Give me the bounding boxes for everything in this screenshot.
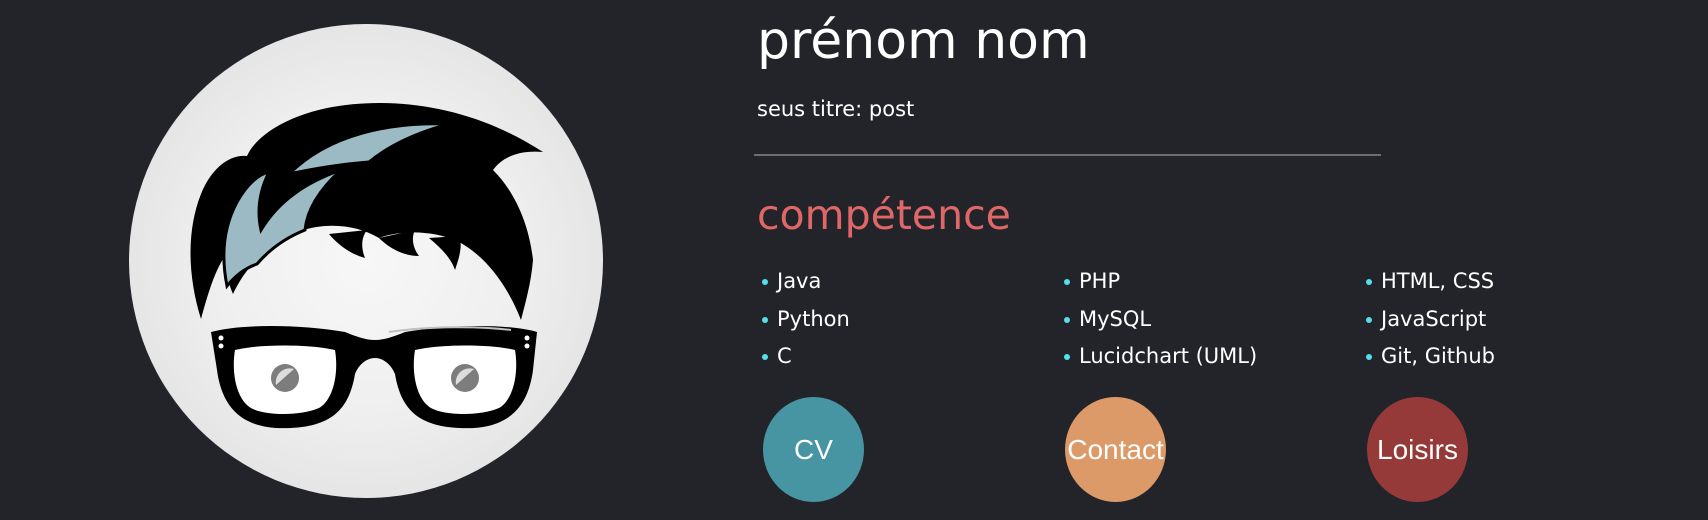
skill-item: HTML, CSS — [1361, 263, 1495, 301]
skills-column-2: PHP MySQL Lucidchart (UML) — [1059, 263, 1257, 376]
avatar — [129, 24, 603, 498]
skill-item: Lucidchart (UML) — [1059, 338, 1257, 376]
profile-page: prénom nom seus titre: post compétence J… — [0, 0, 1708, 520]
skill-item: Python — [757, 301, 850, 339]
skills-column-1: Java Python C — [757, 263, 850, 376]
divider — [754, 154, 1381, 156]
skill-item: C — [757, 338, 850, 376]
skills-column-3: HTML, CSS JavaScript Git, Github — [1361, 263, 1495, 376]
skill-item: Java — [757, 263, 850, 301]
contact-button[interactable]: Contact — [1065, 397, 1166, 502]
nerd-avatar-icon — [190, 103, 543, 429]
skills-title: compétence — [757, 191, 1011, 239]
profile-subtitle: seus titre: post — [757, 97, 915, 121]
cv-button[interactable]: CV — [763, 397, 864, 502]
skill-item: MySQL — [1059, 301, 1257, 339]
profile-name: prénom nom — [757, 11, 1090, 71]
loisirs-button[interactable]: Loisirs — [1367, 397, 1468, 502]
skill-item: Git, Github — [1361, 338, 1495, 376]
skill-item: PHP — [1059, 263, 1257, 301]
skill-item: JavaScript — [1361, 301, 1495, 339]
